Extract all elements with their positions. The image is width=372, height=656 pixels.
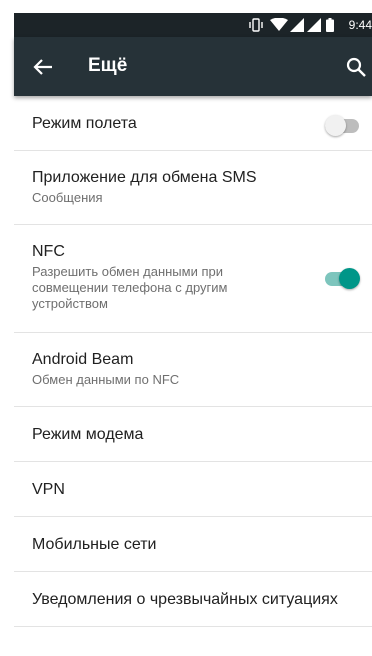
- search-icon[interactable]: [346, 57, 366, 77]
- android-beam-label: Android Beam: [32, 351, 134, 368]
- toggle-thumb: [339, 268, 360, 289]
- airplane-mode-item[interactable]: Режим полета: [14, 96, 372, 151]
- nfc-item[interactable]: NFC Разрешить обмен данными при совмещен…: [14, 225, 372, 333]
- wifi-icon: [270, 18, 288, 31]
- nfc-summary: Разрешить обмен данными при совмещении т…: [32, 264, 228, 311]
- clock: 9:44: [348, 18, 372, 32]
- signal-icon: [307, 18, 321, 32]
- signal-icon: [290, 18, 304, 32]
- toggle-thumb: [325, 115, 346, 136]
- emergency-alerts-label: Уведомления о чрезвычайных ситуациях: [32, 591, 338, 608]
- toolbar: Ещё: [14, 37, 372, 96]
- page-title: Ещё: [88, 55, 128, 76]
- emergency-alerts-item[interactable]: Уведомления о чрезвычайных ситуациях: [14, 572, 372, 627]
- vpn-item[interactable]: VPN: [14, 462, 372, 517]
- android-beam-item[interactable]: Android Beam Обмен данными по NFC: [14, 333, 372, 407]
- tethering-label: Режим модема: [32, 426, 144, 443]
- sms-app-label: Приложение для обмена SMS: [32, 169, 257, 186]
- battery-icon: [326, 18, 334, 32]
- vibrate-icon: [249, 18, 263, 32]
- tethering-item[interactable]: Режим модема: [14, 407, 372, 462]
- settings-list: Режим полета Приложение для обмена SMS С…: [14, 96, 372, 627]
- nfc-label: NFC: [32, 243, 65, 260]
- settings-screen: 9:44 Ещё Режим полета Приложение для обм…: [0, 0, 372, 656]
- android-beam-summary: Обмен данными по NFC: [32, 372, 180, 387]
- airplane-mode-label: Режим полета: [32, 115, 137, 132]
- mobile-networks-label: Мобильные сети: [32, 536, 157, 553]
- airplane-mode-toggle[interactable]: [325, 115, 360, 136]
- nfc-toggle[interactable]: [325, 268, 360, 289]
- sms-app-item[interactable]: Приложение для обмена SMS Сообщения: [14, 151, 372, 225]
- vpn-label: VPN: [32, 481, 65, 498]
- arrow-left-icon[interactable]: [32, 56, 54, 78]
- mobile-networks-item[interactable]: Мобильные сети: [14, 517, 372, 572]
- status-bar: 9:44: [14, 13, 372, 37]
- sms-app-summary: Сообщения: [32, 190, 103, 205]
